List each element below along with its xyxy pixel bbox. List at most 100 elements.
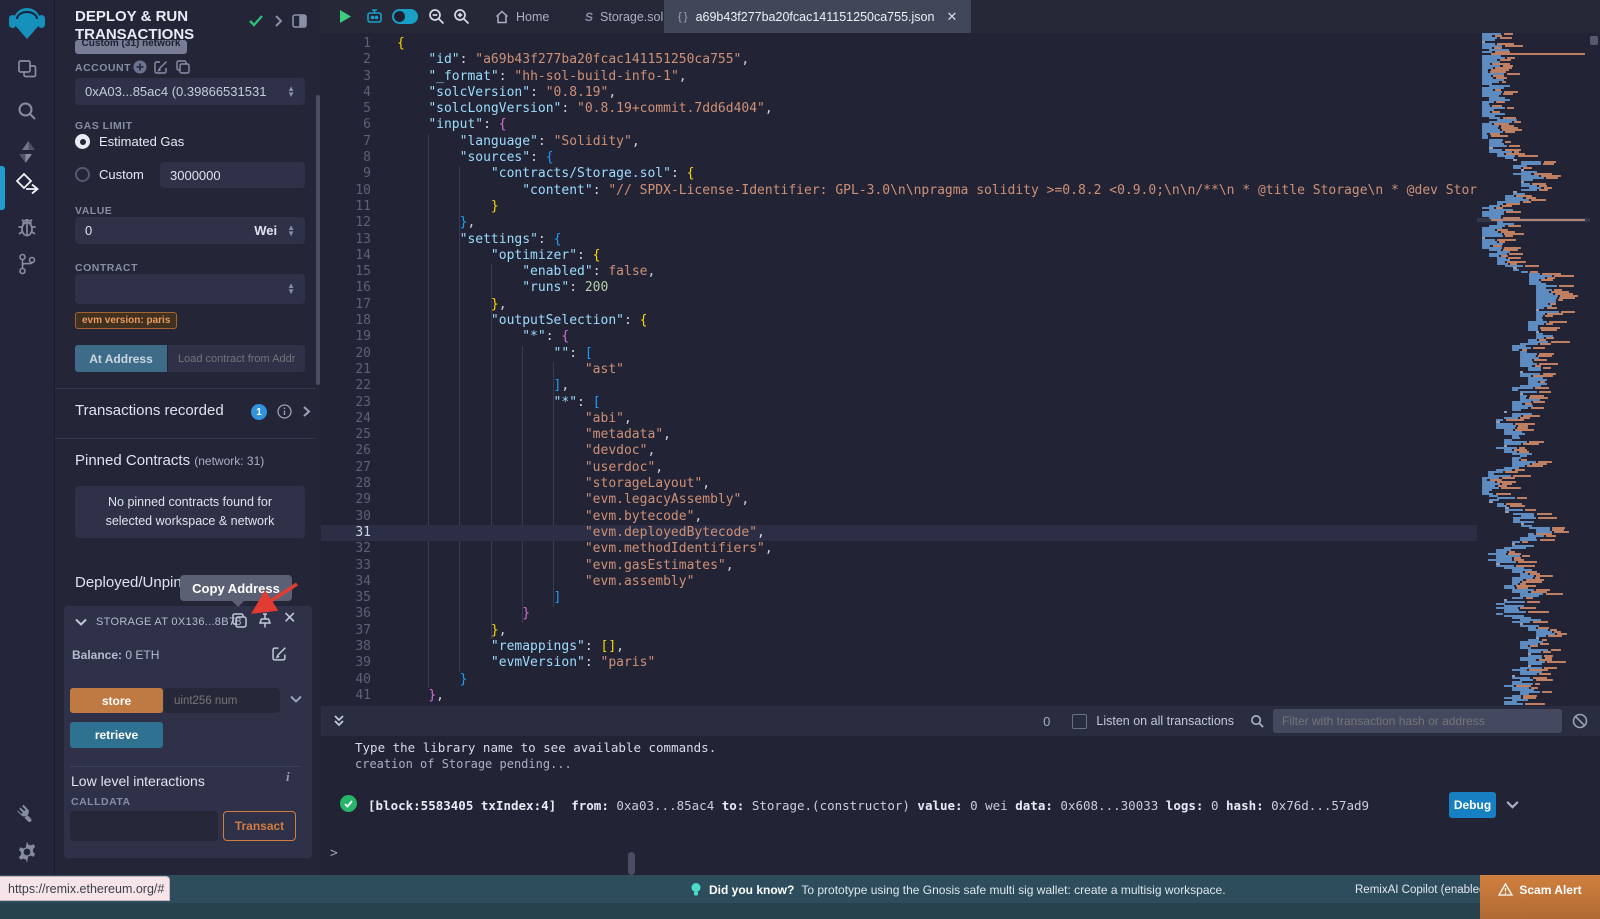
code-line[interactable]: 38 "remappings": [], <box>321 639 1477 655</box>
plugin-manager-plug-icon[interactable] <box>0 802 54 826</box>
ai-robot-icon[interactable] <box>365 7 384 26</box>
settings-gear-icon[interactable] <box>0 840 54 864</box>
low-level-info-icon[interactable]: i <box>286 769 290 785</box>
code-line[interactable]: 19 "*": { <box>321 329 1477 345</box>
panel-scrollbar-thumb[interactable] <box>316 95 320 385</box>
file-explorer-icon[interactable] <box>0 58 54 80</box>
contract-collapse-chevron-icon[interactable] <box>74 616 88 628</box>
editor-scrollbar-thumb[interactable] <box>1590 36 1598 45</box>
code-line[interactable]: 3 "_format": "hh-sol-build-info-1", <box>321 69 1477 85</box>
code-line[interactable]: 37 }, <box>321 623 1477 639</box>
code-line[interactable]: 14 "optimizer": { <box>321 248 1477 264</box>
deploy-and-run-icon[interactable] <box>0 172 54 198</box>
solidity-compiler-icon[interactable] <box>0 140 54 164</box>
copilot-toggle[interactable] <box>392 9 418 24</box>
remix-logo-icon[interactable] <box>0 4 54 44</box>
terminal-prompt[interactable]: > <box>330 846 338 861</box>
terminal-body[interactable]: Type the library name to see available c… <box>321 736 1600 875</box>
code-line[interactable]: 2 "id": "a69b43f277ba20fcac141151250ca75… <box>321 52 1477 68</box>
code-line[interactable]: 8 "sources": { <box>321 150 1477 166</box>
pin-panel-icon[interactable] <box>292 14 307 28</box>
clear-console-ban-icon[interactable] <box>1572 713 1588 729</box>
transaction-log-line[interactable]: [block:5583405 txIndex:4] from: 0xa03...… <box>368 798 1369 813</box>
code-line[interactable]: 4 "solcVersion": "0.8.19", <box>321 85 1477 101</box>
custom-gas-input[interactable] <box>160 162 305 188</box>
code-line[interactable]: 41 }, <box>321 688 1477 704</box>
code-line[interactable]: 33 "evm.gasEstimates", <box>321 558 1477 574</box>
custom-gas-radio[interactable] <box>75 167 90 182</box>
code-line[interactable]: 31 "evm.deployedBytecode", <box>321 525 1477 541</box>
pin-contract-icon[interactable] <box>257 612 273 629</box>
store-arg-input[interactable] <box>164 688 280 713</box>
code-line[interactable]: 26 "devdoc", <box>321 443 1477 459</box>
code-line[interactable]: 34 "evm.assembly" <box>321 574 1477 590</box>
code-line[interactable]: 15 "enabled": false, <box>321 264 1477 280</box>
code-line[interactable]: 1{ <box>321 36 1477 52</box>
store-function-button[interactable]: store <box>70 688 163 713</box>
panel-forward-chevron-icon[interactable] <box>271 13 285 29</box>
remove-contract-icon[interactable]: ✕ <box>283 611 296 627</box>
value-unit-select[interactable]: Wei <box>254 223 277 238</box>
value-unit-stepper-icon[interactable]: ▲▼ <box>287 225 295 237</box>
store-expand-chevron-icon[interactable] <box>289 693 303 705</box>
transactions-info-icon[interactable] <box>277 404 292 419</box>
zoom-out-icon[interactable] <box>428 8 445 25</box>
value-input[interactable]: 0 <box>85 223 92 238</box>
code-line[interactable]: 17 }, <box>321 297 1477 313</box>
code-line[interactable]: 13 "settings": { <box>321 232 1477 248</box>
listen-all-checkbox[interactable] <box>1072 714 1087 729</box>
code-line[interactable]: 6 "input": { <box>321 117 1477 133</box>
contract-select[interactable]: ▲▼ <box>75 274 305 304</box>
transact-button[interactable]: Transact <box>223 811 296 841</box>
debugger-bug-icon[interactable] <box>0 216 54 238</box>
code-lines[interactable]: 1{2 "id": "a69b43f277ba20fcac141151250ca… <box>321 33 1477 704</box>
code-line[interactable]: 24 "abi", <box>321 411 1477 427</box>
code-line[interactable]: 36 } <box>321 606 1477 622</box>
run-script-play-icon[interactable] <box>338 9 352 24</box>
code-line[interactable]: 5 "solcLongVersion": "0.8.19+commit.7dd6… <box>321 101 1477 117</box>
copy-account-icon[interactable] <box>176 60 190 74</box>
at-address-input[interactable] <box>168 345 305 372</box>
code-line[interactable]: 29 "evm.legacyAssembly", <box>321 492 1477 508</box>
debug-button[interactable]: Debug <box>1449 792 1496 818</box>
copilot-status[interactable]: RemixAI Copilot (enabled) <box>1355 884 1489 896</box>
git-branch-icon[interactable] <box>0 252 54 276</box>
code-line[interactable]: 21 "ast" <box>321 362 1477 378</box>
code-line[interactable]: 39 "evmVersion": "paris" <box>321 655 1477 671</box>
code-line[interactable]: 22 ], <box>321 378 1477 394</box>
code-line[interactable]: 20 "": [ <box>321 346 1477 362</box>
account-select[interactable]: 0xA03...85ac4 (0.39866531531 ▲▼ <box>75 78 305 105</box>
code-line[interactable]: 7 "language": "Solidity", <box>321 134 1477 150</box>
transactions-expand-chevron-icon[interactable] <box>300 404 313 419</box>
code-line[interactable]: 12 }, <box>321 215 1477 231</box>
terminal-scrollbar-thumb[interactable] <box>628 852 635 875</box>
code-line[interactable]: 30 "evm.bytecode", <box>321 509 1477 525</box>
at-address-button[interactable]: At Address <box>75 345 167 372</box>
code-line[interactable]: 25 "metadata", <box>321 427 1477 443</box>
contract-stepper-icon[interactable]: ▲▼ <box>287 283 295 295</box>
search-icon[interactable] <box>0 100 54 122</box>
close-tab-icon[interactable]: ✕ <box>946 9 957 25</box>
code-line[interactable]: 16 "runs": 200 <box>321 280 1477 296</box>
zoom-in-icon[interactable] <box>453 8 470 25</box>
retrieve-function-button[interactable]: retrieve <box>70 722 163 748</box>
edit-account-icon[interactable] <box>154 60 168 74</box>
code-line[interactable]: 10 "content": "// SPDX-License-Identifie… <box>321 183 1477 199</box>
account-stepper-icon[interactable]: ▲▼ <box>287 86 295 98</box>
edit-balance-icon[interactable] <box>272 646 287 661</box>
code-line[interactable]: 32 "evm.methodIdentifiers", <box>321 541 1477 557</box>
tab-json-active[interactable]: { } a69b43f277ba20fcac141151250ca755.jso… <box>664 0 971 33</box>
code-line[interactable]: 11 } <box>321 199 1477 215</box>
tab-home[interactable]: Home <box>481 0 563 33</box>
add-account-icon[interactable] <box>133 60 147 74</box>
code-line[interactable]: 35 ] <box>321 590 1477 606</box>
tab-storage-sol[interactable]: S Storage.sol <box>571 0 677 33</box>
terminal-collapse-icon[interactable] <box>333 714 345 728</box>
calldata-input[interactable] <box>70 811 218 841</box>
code-line[interactable]: 28 "storageLayout", <box>321 476 1477 492</box>
tx-expand-chevron-icon[interactable] <box>1505 798 1520 811</box>
code-editor[interactable]: 1{2 "id": "a69b43f277ba20fcac141151250ca… <box>321 33 1477 706</box>
estimated-gas-radio[interactable] <box>75 134 90 149</box>
code-line[interactable]: 9 "contracts/Storage.sol": { <box>321 166 1477 182</box>
code-line[interactable]: 27 "userdoc", <box>321 460 1477 476</box>
